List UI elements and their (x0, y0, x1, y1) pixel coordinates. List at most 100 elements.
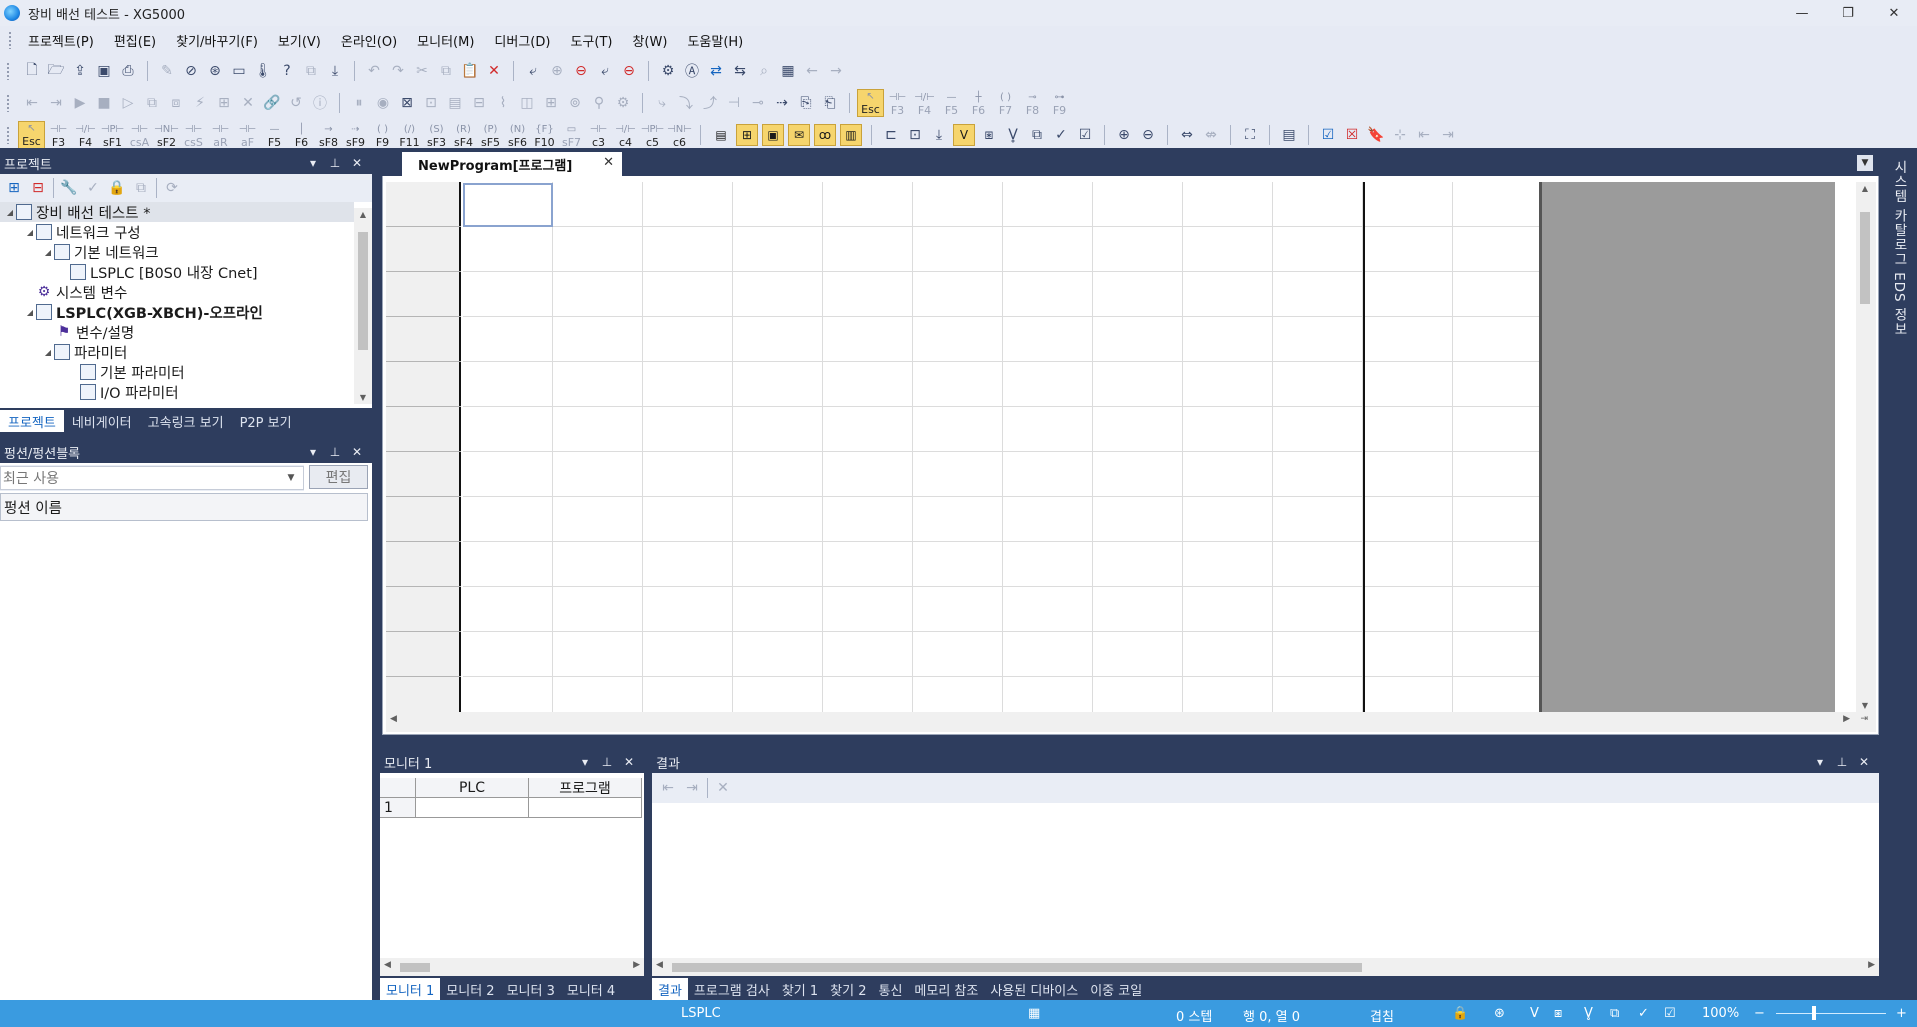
fkey-f4[interactable]: ⊣/⊢ F4 (72, 121, 99, 149)
fkey-c5[interactable]: ⊣P⊢ c5 (639, 121, 666, 149)
fkey-f9[interactable]: ⊶ F9 (1046, 89, 1073, 117)
column-header-program[interactable]: 프로그램 (529, 778, 642, 798)
insert-rung-icon[interactable]: ⊕ (545, 59, 569, 83)
find-device-icon[interactable]: Ⓐ (680, 59, 704, 83)
function-category-select[interactable]: 최근 사용 ▼ (0, 466, 304, 490)
download-icon[interactable]: ⤓ (323, 59, 347, 83)
scroll-up-icon[interactable]: ▲ (1856, 184, 1874, 193)
tree-item-network-config[interactable]: ◢ 네트워크 구성 (0, 222, 354, 242)
data-trace-icon[interactable]: ⚲ (587, 91, 611, 115)
zoom-find-icon[interactable]: ⌕ (752, 59, 776, 83)
chevron-down-icon[interactable]: ▼ (283, 469, 299, 487)
scroll-end-icon[interactable]: ⇥ (1860, 714, 1868, 724)
open-project-icon[interactable]: ⇪ (68, 59, 92, 83)
fkey-c4[interactable]: ⊣/⊢ c4 (612, 121, 639, 149)
new-file-icon[interactable]: 🗋 (20, 59, 44, 83)
tab-communication[interactable]: 통신 (872, 978, 908, 1000)
fkey-f8[interactable]: ⊸ F8 (1019, 89, 1046, 117)
editor-horizontal-scrollbar[interactable]: ◀ ▶ ⇥ (386, 712, 1876, 732)
monitor-cell-plc[interactable] (416, 798, 529, 818)
add-item-icon[interactable]: ⊞ (2, 176, 26, 200)
tree-item-basic-parameters[interactable]: 기본 파라미터 (0, 362, 354, 382)
fkey-sf7[interactable]: ▭ sF7 (558, 121, 585, 149)
insert-line-icon[interactable]: ⤶ (593, 59, 617, 83)
fkey-sf2[interactable]: ⊣N⊢ sF2 (153, 121, 180, 149)
rung-number-cell[interactable] (386, 362, 461, 407)
disconnect-icon[interactable]: ✕ (236, 91, 260, 115)
monitor-cell-program[interactable] (529, 798, 642, 818)
device-alias-icon[interactable]: ꝏ (814, 124, 836, 146)
menu-window[interactable]: 창(W) (622, 31, 677, 50)
fkey-sf3[interactable]: (S) sF3 (423, 121, 450, 149)
download-icon[interactable]: ⤓ (927, 123, 951, 147)
rung-number-cell[interactable] (386, 407, 461, 452)
debug-run-icon[interactable]: ▷ (116, 91, 140, 115)
close-icon[interactable]: ✕ (1853, 755, 1875, 769)
chart-icon[interactable]: ◫ (515, 91, 539, 115)
refresh-icon[interactable]: ⟳ (160, 176, 184, 200)
fkey-ar[interactable]: ⊣⊢ aR (207, 121, 234, 149)
panel-menu-icon[interactable]: ▾ (1809, 755, 1831, 769)
tab-monitor-2[interactable]: 모니터 2 (440, 978, 500, 1000)
step-over-icon[interactable]: ⤵ (674, 91, 698, 115)
restore-button[interactable]: ❐ (1825, 0, 1871, 26)
tab-double-coil[interactable]: 이중 코일 (1084, 978, 1148, 1000)
zoom-out-button[interactable]: − (1754, 1006, 1765, 1021)
cpu-icon[interactable]: ⧆ (977, 123, 1001, 147)
tab-list-dropdown-icon[interactable]: ▼ (1857, 155, 1873, 171)
minimize-button[interactable]: — (1779, 0, 1825, 26)
bookmark-add-icon[interactable]: ⤶ (521, 59, 545, 83)
tree-item-io-parameters[interactable]: I/O 파라미터 (0, 382, 354, 402)
grid-icon[interactable]: ▦ (776, 59, 800, 83)
clear-results-icon[interactable]: ✕ (711, 776, 735, 800)
tab-memory-reference[interactable]: 메모리 참조 (908, 978, 984, 1000)
properties-wrench-icon[interactable]: 🔧 (57, 176, 81, 200)
tab-result[interactable]: 결과 (652, 978, 688, 1000)
online-edit-icon[interactable]: ⧈ (164, 91, 188, 115)
delete-item-icon[interactable]: ⊟ (26, 176, 50, 200)
cross-reference-icon[interactable]: ⇄ (704, 59, 728, 83)
checklist-icon[interactable]: ☑ (1073, 123, 1097, 147)
menu-view[interactable]: 보기(V) (268, 31, 331, 50)
fkey-esc-select[interactable]: ↖ Esc (18, 121, 45, 149)
fkey-f11[interactable]: (/) F11 (396, 121, 423, 149)
tab-program-check[interactable]: 프로그램 검사 (688, 978, 776, 1000)
result-horizontal-scrollbar[interactable]: ◀ ▶ (652, 958, 1879, 976)
fkey-csa[interactable]: ⊣⊢ csA (126, 121, 153, 149)
rung-number-cell[interactable] (386, 587, 461, 632)
print-icon[interactable]: ⎙ (116, 59, 140, 83)
tab-navigator[interactable]: 네비게이터 (64, 410, 140, 432)
tree-item-system-variables[interactable]: ⚙ 시스템 변수 (0, 282, 354, 302)
reset-icon[interactable]: ↺ (284, 91, 308, 115)
tree-item-basic-network[interactable]: ◢ 기본 네트워크 (0, 242, 354, 262)
list-view-icon[interactable]: ▤ (710, 124, 732, 146)
bookmark-clear-icon[interactable]: ⇥ (1436, 123, 1460, 147)
fkey-f5[interactable]: — F5 (261, 121, 288, 149)
editor-vertical-scrollbar[interactable]: ▲ ▼ (1856, 182, 1876, 712)
bookmark-prev-icon[interactable]: ⊹ (1388, 123, 1412, 147)
rung-number-cell[interactable] (386, 317, 461, 362)
tab-used-devices[interactable]: 사용된 디바이스 (984, 978, 1084, 1000)
edit-rung-icon[interactable]: ⎘ (794, 91, 818, 115)
fkey-sf6[interactable]: (N) sF6 (504, 121, 531, 149)
device-comment-icon[interactable]: ▣ (762, 124, 784, 146)
tree-item-variables[interactable]: ⚑ 변수/설명 (0, 322, 354, 342)
scroll-left-icon[interactable]: ◀ (390, 714, 397, 724)
tab-new-program[interactable]: NewProgram[프로그램] ✕ (402, 152, 622, 176)
rung-number-cell[interactable] (386, 542, 461, 587)
close-button[interactable]: ✕ (1871, 0, 1917, 26)
scroll-right-icon[interactable]: ▶ (1868, 960, 1875, 970)
next-result-icon[interactable]: ⇥ (680, 776, 704, 800)
panel-menu-icon[interactable]: ▾ (302, 445, 324, 459)
bookmark-next-icon[interactable]: ⇤ (1412, 123, 1436, 147)
variable-check-icon[interactable]: V̥ (1001, 123, 1025, 147)
copy-icon[interactable]: ⧉ (434, 59, 458, 83)
scroll-up-icon[interactable]: ▲ (354, 210, 372, 219)
wrench-icon[interactable]: ✎ (155, 59, 179, 83)
sampling-icon[interactable]: ⚙ (611, 91, 635, 115)
collapse-icon[interactable]: ◢ (24, 308, 36, 317)
monitor-stop-icon[interactable]: ⊠ (395, 91, 419, 115)
pin-icon[interactable]: ⊥ (324, 156, 346, 170)
fkey-f6[interactable]: │ F6 (288, 121, 315, 149)
project-tree-scrollbar[interactable]: ▲ ▼ (354, 208, 372, 404)
